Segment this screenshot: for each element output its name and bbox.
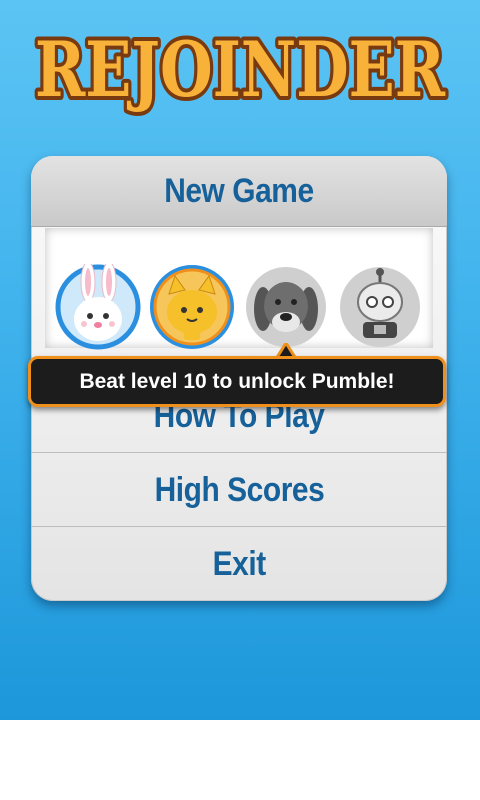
- high-scores-label: High Scores: [154, 470, 324, 509]
- game-logo: REJOINDER REJOINDER: [31, 21, 450, 118]
- unlock-tooltip-text: Beat level 10 to unlock Pumble!: [79, 369, 395, 393]
- dog-character-icon[interactable]: [243, 264, 329, 350]
- high-scores-button[interactable]: High Scores: [31, 452, 447, 527]
- character-selector: [45, 228, 433, 350]
- cat-character-icon[interactable]: [149, 264, 235, 350]
- robot-character-icon[interactable]: [337, 264, 423, 350]
- exit-button[interactable]: Exit: [31, 526, 447, 601]
- blank-area: [0, 720, 480, 800]
- new-game-label: New Game: [164, 171, 314, 210]
- new-game-button[interactable]: New Game: [31, 156, 447, 227]
- exit-label: Exit: [212, 544, 266, 583]
- svg-text:REJOINDER: REJOINDER: [35, 25, 446, 114]
- unlock-tooltip: Beat level 10 to unlock Pumble!: [28, 356, 446, 407]
- bunny-character-icon[interactable]: [55, 264, 141, 350]
- game-screen: REJOINDER REJOINDER New Game How To Play…: [0, 0, 480, 720]
